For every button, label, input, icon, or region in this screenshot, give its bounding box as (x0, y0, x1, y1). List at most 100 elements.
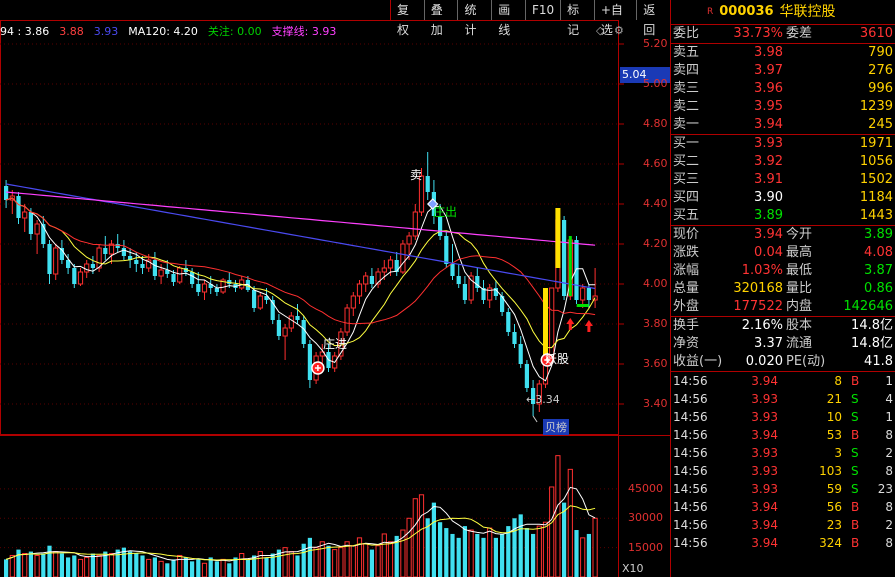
ma-legend-item: 关注: 0.00 (207, 25, 262, 38)
quote-value-2: 1184 (859, 190, 893, 205)
volume-bar (66, 557, 71, 577)
candle-body (4, 186, 9, 200)
sell-orders: 卖五 3.98 790 卖四 3.97 276 卖三 3.96 996 卖二 3.95 1239 卖一 3… (671, 44, 895, 135)
toolbar-button-0[interactable]: 复权 (390, 0, 424, 37)
tick-price: 3.94 (751, 518, 778, 532)
quote-value: 3.95 (754, 99, 783, 114)
price-axis-label: 5.20 (643, 37, 668, 50)
volume-bar (350, 545, 356, 577)
quote-value-2: 1443 (859, 208, 893, 223)
zhuang-out-annotation: 庄出 (433, 205, 458, 219)
toolbar-button-6[interactable]: +自选 (593, 0, 636, 37)
tick-bs: B (851, 428, 860, 442)
volume-bar (171, 559, 176, 577)
quote-row: 买一 3.93 1971 (671, 135, 895, 153)
volume-bar (319, 541, 325, 577)
quote-value-2: 790 (868, 45, 893, 60)
buy-orders: 买一 3.93 1971 买二 3.92 1056 买三 3.91 1502 买四 3.90 1184… (671, 135, 895, 226)
volume-bar (518, 514, 523, 577)
candle-body (257, 295, 263, 309)
volume-bar (41, 553, 46, 577)
candle-body (84, 263, 90, 273)
candle-body (301, 320, 306, 344)
quote-value: 3.89 (754, 208, 783, 223)
quote-label-2: 内盘 (786, 299, 813, 314)
volume-bar (16, 549, 21, 577)
volume-axis-label: 45000 (628, 481, 663, 495)
quote-label-2: 今开 (786, 227, 813, 242)
volume-bar (512, 518, 517, 577)
quote-row: 换手 2.16% 股本 14.8亿 (671, 317, 895, 335)
quote-value: 2.16% (741, 318, 783, 333)
tick-bs: S (851, 446, 859, 460)
volume-bar (431, 502, 436, 577)
tick-n: 8 (885, 500, 893, 514)
quote-value-2: 1239 (859, 99, 893, 114)
candle-body (369, 276, 374, 284)
toolbar-button-5[interactable]: 标记 (560, 0, 594, 37)
volume-bar (542, 521, 549, 577)
tick-bs: B (851, 536, 860, 550)
quote-value-2: 41.8 (864, 354, 893, 369)
tick-row: 14:56 3.94 324 B 8 (671, 534, 895, 552)
volume-bar (190, 561, 195, 577)
candle-body (158, 269, 164, 277)
gear-icon[interactable]: ⚙ (614, 24, 624, 37)
volume-bar (536, 525, 542, 577)
tick-row: 14:56 3.93 103 S 8 (671, 462, 895, 480)
toolbar-button-3[interactable]: 画线 (491, 0, 525, 37)
toolbar-button-1[interactable]: 叠加 (423, 0, 458, 37)
quote-label: 卖二 (673, 99, 700, 114)
volume-bar (481, 537, 486, 577)
quote-row: 卖二 3.95 1239 (671, 98, 895, 116)
candle-body (276, 320, 281, 336)
price-stats: 现价 3.94 今开 3.89 涨跌 0.04 最高 4.08 涨幅 1.03% 最低 3.87 总量 3… (671, 226, 895, 317)
quote-label: 买二 (673, 154, 700, 169)
volume-bar (487, 527, 493, 577)
low-pointer (532, 415, 538, 423)
volume-bar (456, 537, 461, 577)
tick-row: 14:56 3.93 59 S 23 (671, 480, 895, 498)
ma-legend-item: 94 : 3.86 (0, 25, 50, 38)
kline-chart[interactable] (0, 0, 670, 577)
volume-bar (140, 555, 145, 577)
candle-body (214, 288, 219, 292)
quote-row: 总量 320168 量比 0.86 (671, 280, 895, 298)
candle-body (90, 264, 95, 268)
tick-n: 2 (885, 446, 893, 460)
weibi-label: 委比 (673, 26, 700, 41)
volume-bar (59, 553, 64, 577)
tick-time: 14:56 (673, 500, 708, 514)
quote-label: 涨跌 (673, 245, 700, 260)
candle-body (512, 332, 517, 344)
kline-chart-area[interactable]: 复权 叠加 统计 画线 F10 标记 +自选 返回 94 : 3.86 3.88 3.93 MA12… (0, 0, 672, 577)
tick-price: 3.94 (751, 428, 778, 442)
quote-row: 卖一 3.94 245 (671, 116, 895, 134)
candle-body (387, 259, 394, 269)
rank-tag[interactable]: 贝榜 (543, 419, 569, 435)
quote-value: 320168 (733, 281, 783, 296)
volume-bar (332, 549, 338, 577)
volume-bar (220, 558, 226, 577)
quote-label-2: 量比 (786, 281, 813, 296)
candle-body (201, 283, 208, 293)
quote-label: 现价 (673, 227, 700, 242)
tick-time: 14:56 (673, 518, 708, 532)
tick-row: 14:56 3.93 3 S 2 (671, 444, 895, 462)
tick-vol: 21 (826, 392, 842, 406)
toolbar-button-7[interactable]: 返回 (636, 0, 670, 37)
volume-bar (227, 563, 232, 577)
candle-body (152, 260, 157, 276)
diamond-icon[interactable]: ◇ (596, 24, 604, 37)
candle-body (580, 287, 586, 301)
sell-annotation: 卖 (410, 168, 423, 182)
tick-time: 14:56 (673, 482, 708, 496)
tick-n: 8 (885, 536, 893, 550)
volume-bar (22, 553, 28, 577)
tick-list[interactable]: 14:56 3.94 8 B 1 14:56 3.93 21 S 4 14:56 3.93 10 S 1 14… (671, 372, 895, 552)
weicha-value: 3610 (859, 26, 893, 41)
toolbar-button-4[interactable]: F10 (524, 0, 560, 20)
volume-bar (96, 554, 102, 577)
toolbar-button-2[interactable]: 统计 (457, 0, 491, 37)
quote-label-2: 最高 (786, 245, 813, 260)
